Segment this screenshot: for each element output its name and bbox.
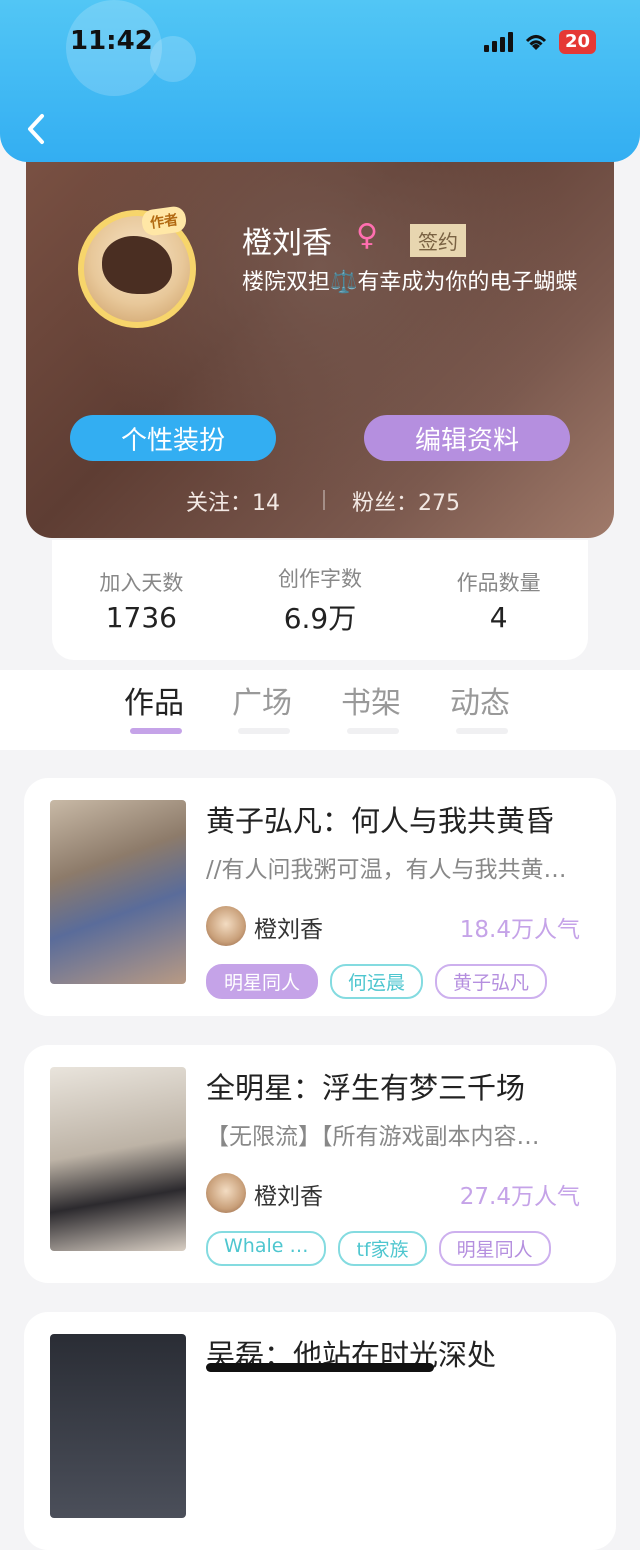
stat-label: 加入天数: [99, 570, 184, 595]
tag[interactable]: 明星同人: [438, 1231, 551, 1266]
stat-word-count: 创作字数 6.9万: [278, 563, 362, 637]
battery-icon: 20: [558, 30, 596, 54]
stat-value: 6.9万: [283, 602, 357, 635]
tab-underline-active: [130, 728, 182, 734]
tab-works[interactable]: 作品: [124, 678, 184, 722]
book-desc: //有人问我粥可温，有人与我共黄…: [206, 857, 567, 883]
book-popularity: 27.4万人气: [459, 1184, 580, 1210]
tab-bar: 作品 广场 书架 动态: [0, 670, 640, 750]
status-icons: 20: [483, 30, 596, 54]
stats-panel: 加入天数 1736 创作字数 6.9万 作品数量 4: [52, 540, 588, 660]
profile-card: 作者 橙刘香 ♀ 签约 楼院双担⚖️有幸成为你的电子蝴蝶 个性装扮 编辑资料 关…: [26, 150, 614, 538]
stat-label: 作品数量: [456, 570, 541, 595]
tag-list: Whale … tf家族 明星同人: [206, 1231, 551, 1266]
tag-list: 明星同人 何运晨 黄子弘凡: [206, 964, 548, 999]
decor-bubble: [150, 36, 196, 82]
profile-name: 橙刘香: [242, 226, 332, 261]
tag[interactable]: 黄子弘凡: [435, 964, 548, 999]
book-title[interactable]: 全明星：浮生有梦三千场: [206, 1065, 525, 1107]
book-title[interactable]: 黄子弘凡：何人与我共黄昏: [206, 798, 554, 840]
avatar-illustration: [102, 236, 172, 294]
profile-bio: 楼院双担⚖️有幸成为你的电子蝴蝶: [242, 270, 578, 295]
home-indicator: [206, 1363, 434, 1372]
stat-join-days: 加入天数 1736: [99, 567, 183, 634]
tab-underline: [347, 728, 399, 734]
signed-badge: 签约: [410, 224, 466, 257]
tag[interactable]: tf家族: [338, 1231, 427, 1266]
book-cover[interactable]: [50, 1067, 186, 1251]
tag[interactable]: 明星同人: [206, 964, 319, 999]
tag[interactable]: Whale …: [206, 1231, 327, 1266]
tab-square[interactable]: 广场: [232, 678, 292, 722]
following-count[interactable]: 关注：14: [186, 485, 280, 517]
book-card[interactable]: 黄子弘凡：何人与我共黄昏 //有人问我粥可温，有人与我共黄… 橙刘香 18.4万…: [24, 778, 616, 1016]
fans-count[interactable]: 粉丝：275: [352, 485, 460, 517]
status-time: 11:42: [70, 26, 153, 56]
stat-value: 4: [489, 600, 508, 634]
tag[interactable]: 何运晨: [330, 964, 424, 999]
tab-underline: [456, 728, 508, 734]
book-cover[interactable]: [50, 800, 186, 984]
book-author: 橙刘香: [254, 1184, 323, 1210]
book-card[interactable]: 吴磊：他站在时光深处: [24, 1312, 616, 1550]
book-desc: 【无限流】【所有游戏副本内容…: [206, 1124, 540, 1150]
stat-value: 1736: [105, 600, 177, 634]
book-popularity: 18.4万人气: [459, 917, 580, 943]
back-icon[interactable]: [22, 112, 52, 146]
wifi-icon: [525, 35, 546, 50]
author-avatar: [206, 906, 246, 946]
divider: [323, 490, 325, 510]
header-bar: 11:42 20: [0, 0, 640, 162]
book-card[interactable]: 全明星：浮生有梦三千场 【无限流】【所有游戏副本内容… 橙刘香 27.4万人气 …: [24, 1045, 616, 1283]
edit-profile-button[interactable]: 编辑资料: [364, 415, 570, 461]
tab-bookshelf[interactable]: 书架: [341, 678, 401, 722]
dress-up-button[interactable]: 个性装扮: [70, 415, 276, 461]
female-icon: ♀: [356, 218, 378, 253]
signal-icon: [483, 32, 513, 52]
tab-activity[interactable]: 动态: [450, 678, 510, 722]
stat-label: 创作字数: [277, 567, 362, 591]
book-author: 橙刘香: [254, 917, 323, 943]
stat-works-count: 作品数量 4: [457, 567, 541, 634]
tab-underline: [238, 728, 290, 734]
book-cover[interactable]: [50, 1334, 186, 1518]
author-avatar: [206, 1173, 246, 1213]
